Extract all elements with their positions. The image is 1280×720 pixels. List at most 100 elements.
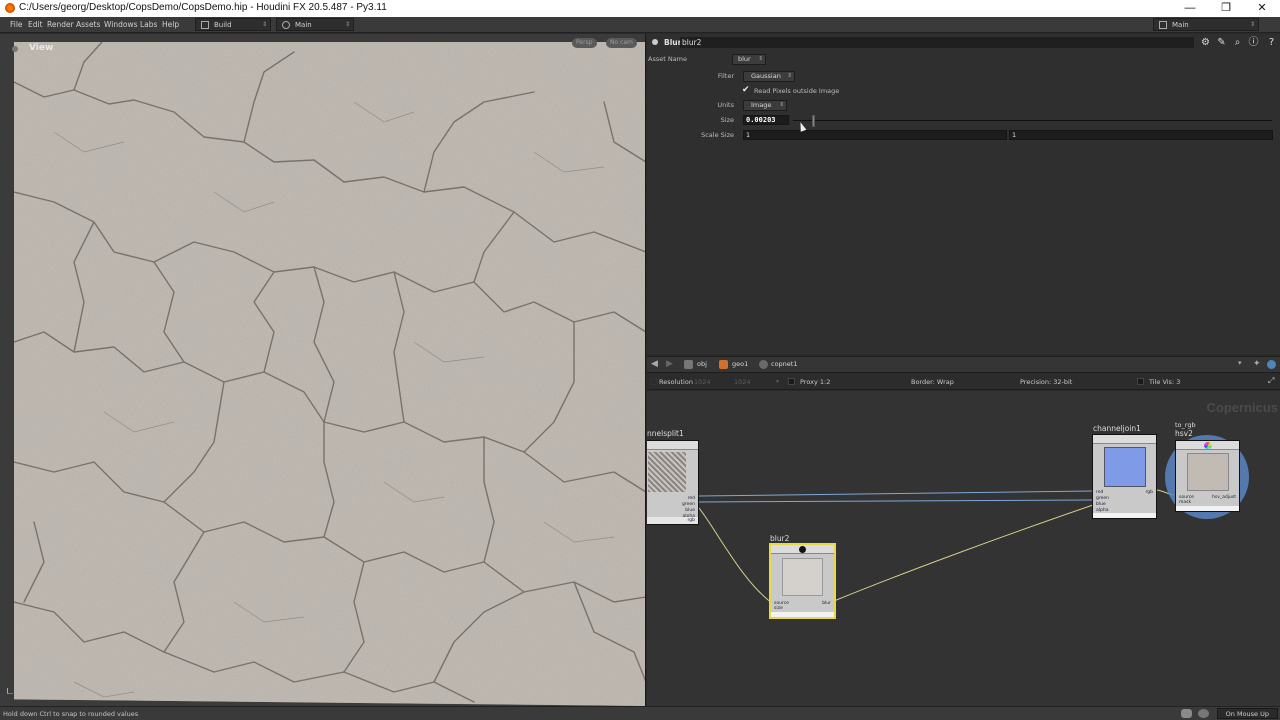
menu-render[interactable]: Render [47,20,74,29]
wire-blue-to-blur [698,507,773,604]
gear-icon[interactable]: ⚙ [1200,37,1211,48]
camera-persp-button[interactable]: Persp [572,38,597,48]
dropdown-arrow-icon: ⇕ [758,56,763,62]
port-hsv-mask[interactable]: mask [1179,500,1191,505]
node-type-label: Blur [664,38,682,47]
port-blue[interactable]: blue [685,508,695,513]
scale-size-y-field[interactable]: 1 [1009,130,1273,140]
size-slider-track[interactable] [793,120,1272,121]
filter-dropdown[interactable]: Gaussian ⇕ [743,71,795,82]
help-icon[interactable]: ? [1266,37,1277,48]
blur-thumbnail [782,558,823,596]
port-blue-in[interactable]: blue [1096,502,1106,507]
hsv-node-comment: to_rgb [1175,421,1196,429]
menu-labs[interactable]: Labs [140,20,157,29]
desktop-dropdown[interactable]: Build ⇕ [195,18,271,31]
hsv-node[interactable]: source mask hsv_adjust [1175,440,1240,512]
path-obj[interactable]: obj [697,360,707,368]
node-info-icon[interactable] [652,39,658,45]
resolution-width[interactable]: 1024 [694,378,711,386]
window-titlebar: C:/Users/georg/Desktop/CopsDemo/CopsDemo… [0,0,1280,17]
menu-assets[interactable]: Assets [76,20,100,29]
channeljoin-node[interactable]: red green blue alpha rgb [1092,434,1157,519]
cloud-icon[interactable] [1181,709,1192,718]
port-green[interactable]: green [682,502,695,507]
pin-icon[interactable]: ✦ [1253,359,1261,369]
info-icon[interactable]: ⓘ [1248,37,1259,48]
proxy-checkbox[interactable] [788,378,795,385]
resolution-dropdown-icon[interactable]: ▾ [776,378,779,385]
blur-node-label: blur2 [770,534,790,543]
network-editor[interactable]: Copernicus nnelsplit1 red green blue alp… [647,391,1280,706]
tile-vis-checkbox[interactable] [1137,378,1144,385]
no-cam-button[interactable]: No cam [606,38,637,48]
size-label: Size [720,116,734,124]
search-icon[interactable]: ⌕ [1232,37,1243,48]
blur-node[interactable]: source size blur [769,543,836,619]
scale-size-x-field[interactable]: 1 [743,130,1007,140]
options-toggle-icon[interactable] [650,378,657,385]
port-hsv-out[interactable]: hsv_adjust [1212,495,1236,500]
scale-size-label: Scale Size [701,131,734,139]
size-slider-handle[interactable] [812,115,816,127]
node-name-field[interactable]: blur2 [680,37,1194,48]
port-green-in[interactable]: green [1096,496,1109,501]
minimize-button[interactable]: — [1176,1,1204,15]
asset-name-dropdown[interactable]: blur ⇕ [732,54,766,65]
viewport-label: View [29,43,54,53]
port-rgb-in[interactable]: rgb [688,518,695,523]
menu-file[interactable]: File [10,20,23,29]
size-field[interactable]: 0.00203 [743,115,789,125]
status-bar: Hold down Ctrl to snap to rounded values… [0,706,1280,720]
refresh-icon[interactable] [1198,709,1209,718]
menu-bar: File Edit Render Assets Windows Labs Hel… [0,17,1280,33]
node-footer: rgb [647,517,698,524]
wire-green [698,499,1094,503]
read-pixels-label: Read Pixels outside Image [754,87,840,95]
cracked-ground-texture [14,42,645,706]
network-corner-icon[interactable]: ⤢ [1268,376,1274,386]
desktop-dropdown-value: Build [214,21,232,29]
dropdown-arrow-icon: ⇕ [779,102,784,108]
desktop-icon [201,21,209,29]
port-blur-out[interactable]: blur [822,601,831,606]
close-button[interactable]: ✕ [1248,1,1276,15]
viewport-menu-icon[interactable] [12,46,18,52]
menu-help[interactable]: Help [162,20,179,29]
read-pixels-checkbox[interactable]: ✔ [742,86,751,95]
context-icon [282,21,290,29]
update-mode-button[interactable]: On Mouse Up [1216,708,1278,719]
context-dropdown[interactable]: Main ⇕ [276,18,354,31]
scene-viewport[interactable]: View Persp No cam [0,34,646,706]
path-geo1[interactable]: geo1 [732,360,748,368]
right-desktop-dropdown[interactable]: Main ⇕ [1153,18,1259,31]
link-icon[interactable] [1267,360,1276,369]
context-dropdown-value: Main [295,21,312,29]
path-dropdown-arrow-icon[interactable]: ▾ [1238,359,1242,367]
precision-label: Precision: 32-bit [1020,378,1073,386]
back-arrow-icon[interactable]: ◀ [651,359,658,369]
menu-edit[interactable]: Edit [28,20,43,29]
tile-vis-label: Tile Vis: 3 [1149,378,1181,386]
channelsplit-node[interactable]: red green blue alpha rgb [647,440,699,525]
port-red-in[interactable]: red [1096,490,1103,495]
units-dropdown[interactable]: Image ⇕ [743,100,787,111]
units-row: Units Image ⇕ [647,100,1280,112]
forward-arrow-icon[interactable]: ▶ [666,359,673,369]
port-size[interactable]: size [774,606,783,611]
menu-windows[interactable]: Windows [104,20,137,29]
node-footer [1176,506,1239,511]
edit-brush-icon[interactable]: ✎ [1216,37,1227,48]
path-copnet1[interactable]: copnet1 [771,360,797,368]
port-rgb-out[interactable]: rgb [1146,490,1153,495]
obj-icon [684,360,693,369]
resolution-height[interactable]: 1024 [734,378,751,386]
units-value: Image [751,101,772,109]
port-red[interactable]: red [688,496,695,501]
dropdown-arrow-icon: ⇕ [261,21,267,28]
copnet-icon [759,360,768,369]
node-wires [698,489,1175,604]
channelsplit-label: nnelsplit1 [647,429,684,438]
maximize-button[interactable]: ❐ [1212,1,1240,15]
node-flag-icon [799,546,806,553]
